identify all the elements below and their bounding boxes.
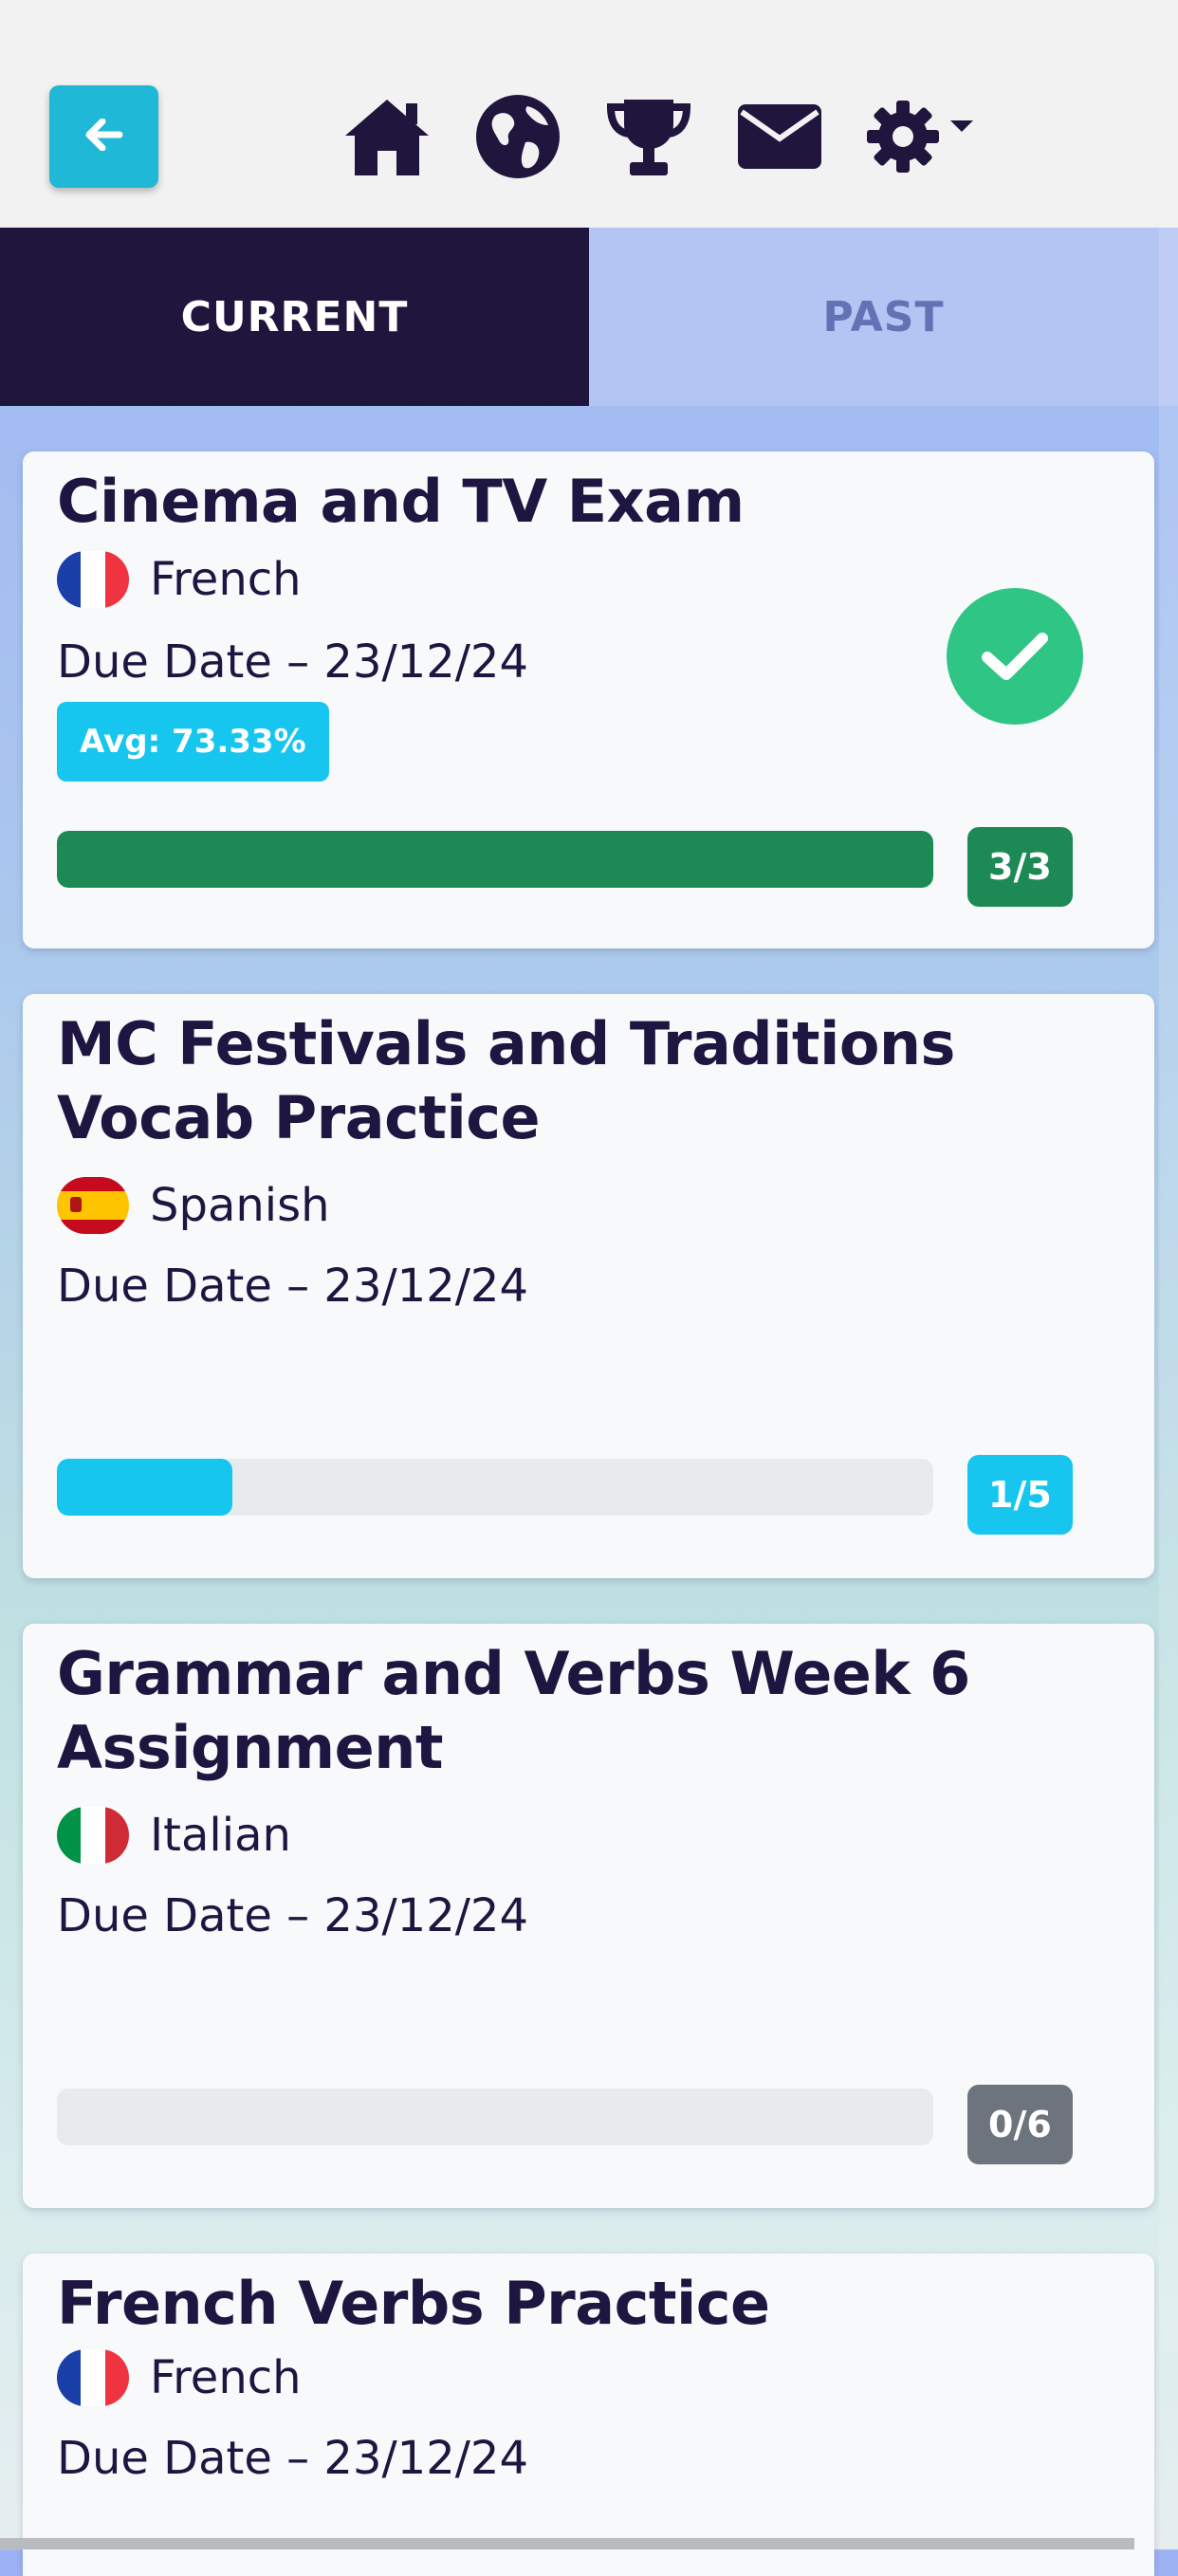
language-label: Spanish — [150, 1179, 330, 1232]
assignment-card[interactable]: MC Festivals and Traditions Vocab Practi… — [23, 994, 1154, 1578]
settings-dropdown[interactable] — [865, 91, 998, 182]
due-date: Due Date – 23/12/24 — [57, 1260, 528, 1313]
language-row: Italian — [57, 1802, 291, 1868]
assignment-title: Grammar and Verbs Week 6 Assignment — [57, 1639, 970, 1782]
language-label: French — [150, 2351, 302, 2404]
caret-down-icon — [950, 120, 973, 134]
back-button[interactable] — [49, 85, 158, 188]
language-label: Italian — [150, 1809, 291, 1862]
trophy-icon[interactable] — [603, 91, 694, 182]
tab-past-label: PAST — [822, 292, 945, 341]
average-score-badge: Avg: 73.33% — [57, 702, 329, 782]
home-icon[interactable] — [341, 91, 433, 182]
vertical-scrollbar[interactable] — [1159, 228, 1178, 2352]
envelope-icon[interactable] — [734, 91, 825, 182]
italy-flag-icon — [57, 1807, 129, 1864]
progress-fill — [57, 831, 933, 888]
language-label: French — [150, 553, 302, 606]
assignment-card[interactable]: Grammar and Verbs Week 6 Assignment Ital… — [23, 1624, 1154, 2208]
assignment-card[interactable]: Cinema and TV Exam French Due Date – 23/… — [23, 451, 1154, 948]
language-row: Spanish — [57, 1172, 330, 1239]
spain-flag-icon — [57, 1177, 129, 1234]
france-flag-icon — [57, 551, 129, 608]
progress-bar — [57, 1459, 933, 1516]
due-date: Due Date – 23/12/24 — [57, 635, 528, 689]
due-date: Due Date – 23/12/24 — [57, 1889, 528, 1942]
tab-past[interactable]: PAST — [589, 228, 1178, 406]
due-date: Due Date – 23/12/24 — [57, 2432, 528, 2485]
progress-count-badge: 3/3 — [967, 827, 1073, 907]
progress-count-badge: 0/6 — [967, 2085, 1073, 2164]
globe-icon[interactable] — [472, 91, 563, 182]
language-row: French — [57, 546, 302, 613]
assignment-title: Cinema and TV Exam — [57, 467, 745, 536]
tab-current-label: CURRENT — [180, 292, 409, 341]
language-row: French — [57, 2345, 302, 2411]
gear-icon — [865, 99, 941, 175]
progress-bar — [57, 831, 933, 888]
horizontal-scrollbar[interactable] — [0, 2538, 1134, 2549]
assignment-title: MC Festivals and Traditions Vocab Practi… — [57, 1009, 955, 1152]
top-navbar — [0, 0, 1178, 228]
progress-fill — [57, 1459, 232, 1516]
progress-count-badge: 1/5 — [967, 1455, 1073, 1535]
france-flag-icon — [57, 2349, 129, 2406]
tab-current[interactable]: CURRENT — [0, 228, 589, 406]
assignment-title: French Verbs Practice — [57, 2269, 770, 2338]
assignment-tabs: CURRENT PAST — [0, 228, 1178, 406]
progress-bar — [57, 2088, 933, 2145]
assignment-card[interactable]: French Verbs Practice French Due Date – … — [23, 2254, 1154, 2576]
arrow-left-icon — [85, 118, 123, 155]
completed-check-icon — [947, 588, 1083, 725]
